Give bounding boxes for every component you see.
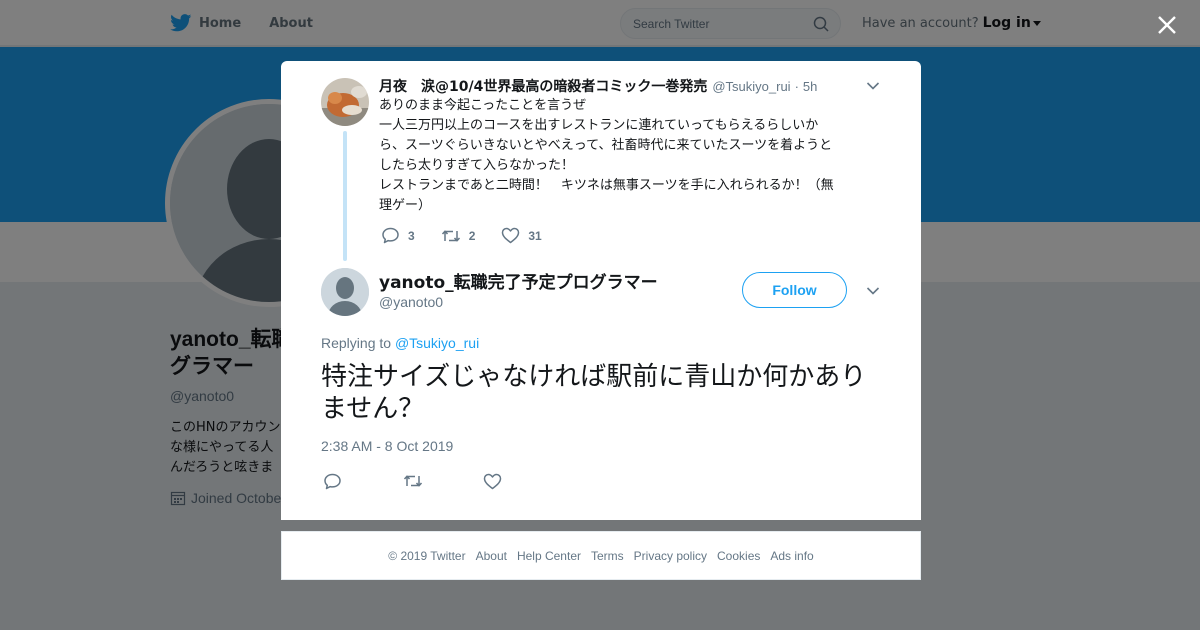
heart-icon — [483, 473, 502, 489]
tweet-text-line: 理ゲー） — [379, 198, 432, 213]
like-action[interactable]: 31 — [501, 227, 542, 244]
separator-dot: · — [794, 79, 799, 94]
close-icon[interactable] — [1154, 12, 1180, 38]
footer-link-privacy[interactable]: Privacy policy — [634, 549, 707, 563]
tweet-text-line: ら、スーツぐらいきないとやべえって、社畜時代に来ていたスーツを着ようと — [379, 138, 833, 153]
ancestor-actions: 3 2 31 — [381, 227, 568, 244]
tweet-text-line: レストランまであと二時間！ キツネは無事スーツを手に入れられるか！（無 — [379, 178, 834, 193]
replying-to-link[interactable]: @Tsukiyo_rui — [395, 335, 479, 351]
chevron-down-icon[interactable] — [866, 81, 880, 91]
ancestor-header: 月夜 涙@10/4世界最高の暗殺者コミック一巻発売 @Tsukiyo_rui ·… — [379, 76, 817, 96]
retweet-icon — [441, 229, 460, 242]
replying-prefix: Replying to — [321, 335, 392, 351]
retweet-count: 2 — [468, 228, 476, 243]
footer-link-terms[interactable]: Terms — [591, 549, 624, 563]
main-tweet-actions — [323, 471, 563, 491]
ancestor-handle[interactable]: @Tsukiyo_rui — [712, 79, 790, 94]
fox-avatar-image — [321, 78, 369, 126]
thread-connector — [343, 131, 347, 261]
reply-icon — [324, 473, 341, 489]
modal-footer: © 2019 Twitter About Help Center Terms P… — [281, 531, 921, 580]
retweet-action[interactable]: 2 — [441, 228, 476, 244]
like-count: 31 — [528, 228, 542, 243]
reply-button[interactable] — [323, 471, 345, 491]
default-avatar-icon — [321, 268, 369, 316]
reply-count: 3 — [408, 228, 415, 243]
reply-icon — [382, 227, 399, 244]
footer-copyright: © 2019 Twitter — [388, 548, 466, 563]
reply-action[interactable]: 3 — [381, 227, 415, 244]
main-tweet-text: 特注サイズじゃなければ駅前に青山か何かありません？ — [321, 362, 867, 424]
tweet-text-line: したら太りすぎて入らなかった！ — [379, 158, 575, 173]
footer-link-cookies[interactable]: Cookies — [717, 549, 760, 563]
tweet-permalink-modal: 月夜 涙@10/4世界最高の暗殺者コミック一巻発売 @Tsukiyo_rui ·… — [281, 61, 921, 520]
author-avatar[interactable] — [321, 268, 369, 316]
footer-link-ads-info[interactable]: Ads info — [770, 549, 813, 563]
ancestor-timestamp[interactable]: 5h — [803, 79, 817, 94]
chevron-down-icon[interactable] — [866, 286, 880, 296]
like-button[interactable] — [483, 471, 505, 491]
tweet-text-line: 一人三万円以上のコースを出すレストランに連れていってもらえるらしいか — [379, 118, 819, 133]
footer-link-help-center[interactable]: Help Center — [517, 549, 581, 563]
retweet-button[interactable] — [403, 471, 425, 491]
ancestor-tweet-text: ありのまま今起こったことを言うぜ 一人三万円以上のコースを出すレストランに連れて… — [379, 96, 873, 216]
footer-link-about[interactable]: About — [476, 549, 507, 563]
heart-icon — [502, 227, 520, 244]
tweet-timestamp[interactable]: 2:38 AM - 8 Oct 2019 — [321, 438, 453, 454]
author-handle[interactable]: @yanoto0 — [379, 294, 443, 310]
ancestor-name[interactable]: 月夜 涙@10/4世界最高の暗殺者コミック一巻発売 — [379, 76, 707, 96]
follow-button[interactable]: Follow — [742, 272, 847, 308]
retweet-icon — [403, 475, 423, 487]
ancestor-avatar[interactable] — [321, 78, 369, 126]
tweet-text-line: ありのまま今起こったことを言うぜ — [379, 98, 587, 113]
replying-to: Replying to @Tsukiyo_rui — [321, 335, 479, 351]
author-name[interactable]: yanoto_転職完了予定プログラマー — [379, 268, 658, 293]
